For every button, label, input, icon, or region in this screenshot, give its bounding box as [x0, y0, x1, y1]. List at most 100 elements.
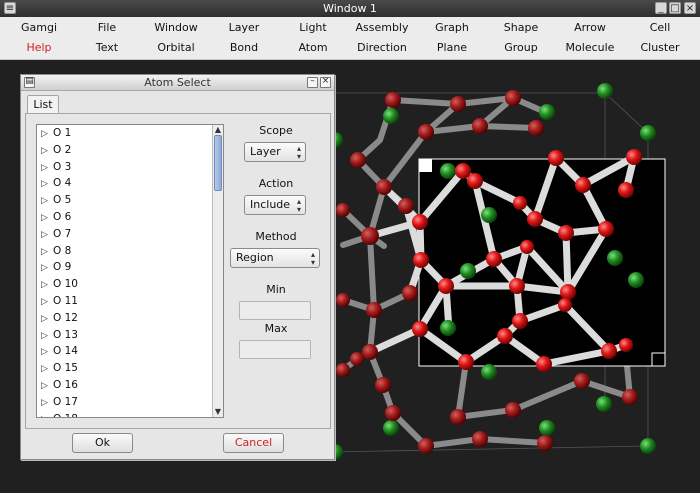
- method-combo[interactable]: Region ▴ ▾: [230, 248, 320, 268]
- atom-name: O 8: [53, 244, 72, 257]
- list-item[interactable]: ▷ O 12: [37, 310, 223, 327]
- atom-name: O 6: [53, 210, 72, 223]
- atom-name: O 14: [53, 345, 78, 358]
- maximize-icon[interactable]: □: [669, 2, 681, 14]
- menu-group[interactable]: Group: [485, 38, 557, 58]
- list-item[interactable]: ▷ O 2: [37, 142, 223, 159]
- atom-name: O 3: [53, 160, 72, 173]
- atom-name: O 13: [53, 328, 78, 341]
- menu-help[interactable]: Help: [3, 38, 75, 58]
- list-tab-panel: ▷ O 1 ▷ O 2 ▷ O 3 ▷ O 4 ▷ O 5 ▷ O 6 ▷ O 7 ▷ O 8 ▷ O 9 ▷ O 1…: [25, 113, 331, 429]
- menu-text[interactable]: Text: [71, 38, 143, 58]
- action-combo[interactable]: Include ▴ ▾: [244, 195, 306, 215]
- list-item[interactable]: ▷ O 3: [37, 159, 223, 176]
- menu-cluster[interactable]: Cluster: [624, 38, 696, 58]
- min-field[interactable]: [239, 301, 311, 320]
- list-item[interactable]: ▷O 18: [37, 411, 223, 417]
- triangle-right-icon[interactable]: ▷: [41, 378, 53, 395]
- atom-list-scrollbar[interactable]: ▲ ▼: [212, 125, 223, 417]
- list-item[interactable]: ▷ O 16: [37, 377, 223, 394]
- list-item[interactable]: ▷ O 15: [37, 360, 223, 377]
- scope-combo[interactable]: Layer ▴ ▾: [244, 142, 306, 162]
- triangle-right-icon[interactable]: ▷: [41, 126, 53, 143]
- menu-direction[interactable]: Direction: [346, 38, 418, 58]
- atom-name: O 4: [53, 177, 72, 190]
- scope-label: Scope: [259, 124, 293, 137]
- list-item[interactable]: ▷ O 11: [37, 293, 223, 310]
- triangle-right-icon[interactable]: ▷: [41, 193, 53, 210]
- menu-file[interactable]: File: [71, 18, 143, 38]
- menu-cell[interactable]: Cell: [624, 18, 696, 38]
- menu-shape[interactable]: Shape: [485, 18, 557, 38]
- triangle-right-icon[interactable]: ▷: [41, 277, 53, 294]
- triangle-right-icon[interactable]: ▷: [41, 227, 53, 244]
- menu-gamgi[interactable]: Gamgi: [3, 18, 75, 38]
- triangle-right-icon[interactable]: ▷: [41, 210, 53, 227]
- atom-name: O 2: [53, 143, 72, 156]
- list-item[interactable]: ▷ O 1: [37, 125, 223, 142]
- atom-list[interactable]: ▷ O 1 ▷ O 2 ▷ O 3 ▷ O 4 ▷ O 5 ▷ O 6 ▷ O 7 ▷ O 8 ▷ O 9 ▷ O 1…: [36, 124, 224, 418]
- menu-window[interactable]: Window: [140, 18, 212, 38]
- min-label: Min: [266, 283, 286, 296]
- triangle-right-icon[interactable]: ▷: [41, 143, 53, 160]
- tab-list[interactable]: List: [27, 95, 59, 114]
- method-value: Region: [236, 251, 274, 264]
- list-item[interactable]: ▷ O 17: [37, 394, 223, 411]
- list-item[interactable]: ▷ O 10: [37, 276, 223, 293]
- main-window-titlebar[interactable]: ≡ Window 1 _ □ ×: [0, 0, 700, 17]
- ok-button[interactable]: Ok: [72, 433, 133, 453]
- action-value: Include: [250, 198, 291, 211]
- method-label: Method: [255, 230, 297, 243]
- list-item[interactable]: ▷ O 5: [37, 192, 223, 209]
- menu-atom[interactable]: Atom: [277, 38, 349, 58]
- dialog-titlebar[interactable]: ▤ Atom Select – ×: [21, 75, 334, 91]
- triangle-right-icon[interactable]: ▷: [41, 412, 53, 417]
- menu-orbital[interactable]: Orbital: [140, 38, 212, 58]
- max-label: Max: [264, 322, 288, 335]
- list-item[interactable]: ▷ O 6: [37, 209, 223, 226]
- menu-light[interactable]: Light: [277, 18, 349, 38]
- window-title: Window 1: [323, 2, 377, 15]
- triangle-right-icon[interactable]: ▷: [41, 344, 53, 361]
- triangle-right-icon[interactable]: ▷: [41, 176, 53, 193]
- dialog-menu-icon[interactable]: ▤: [24, 76, 35, 88]
- atom-name: O 16: [53, 378, 78, 391]
- scroll-up-icon[interactable]: ▲: [213, 125, 223, 135]
- region-corner-handle-top-left: [419, 159, 432, 172]
- list-item[interactable]: ▷ O 7: [37, 226, 223, 243]
- triangle-right-icon[interactable]: ▷: [41, 395, 53, 412]
- menu-layer[interactable]: Layer: [208, 18, 280, 38]
- triangle-right-icon[interactable]: ▷: [41, 311, 53, 328]
- max-field[interactable]: [239, 340, 311, 359]
- scroll-down-icon[interactable]: ▼: [213, 407, 223, 417]
- triangle-right-icon[interactable]: ▷: [41, 160, 53, 177]
- triangle-right-icon[interactable]: ▷: [41, 328, 53, 345]
- menu-arrow[interactable]: Arrow: [554, 18, 626, 38]
- scroll-thumb[interactable]: [214, 135, 222, 191]
- minimize-icon[interactable]: _: [655, 2, 667, 14]
- menu-bond[interactable]: Bond: [208, 38, 280, 58]
- triangle-right-icon[interactable]: ▷: [41, 294, 53, 311]
- list-item[interactable]: ▷ O 13: [37, 327, 223, 344]
- list-item[interactable]: ▷ O 9: [37, 259, 223, 276]
- atom-name: O 15: [53, 362, 78, 375]
- triangle-right-icon[interactable]: ▷: [41, 244, 53, 261]
- menu-plane[interactable]: Plane: [416, 38, 488, 58]
- window-menu-icon[interactable]: ≡: [4, 2, 16, 14]
- dialog-minimize-icon[interactable]: –: [307, 76, 318, 88]
- list-item[interactable]: ▷ O 14: [37, 343, 223, 360]
- cancel-button[interactable]: Cancel: [223, 433, 284, 453]
- atom-name: O 11: [53, 294, 78, 307]
- menu-assembly[interactable]: Assembly: [346, 18, 418, 38]
- triangle-right-icon[interactable]: ▷: [41, 260, 53, 277]
- menu-graph[interactable]: Graph: [416, 18, 488, 38]
- menu-molecule[interactable]: Molecule: [554, 38, 626, 58]
- dialog-close-icon[interactable]: ×: [320, 76, 331, 88]
- close-icon[interactable]: ×: [684, 2, 696, 14]
- list-item[interactable]: ▷ O 8: [37, 243, 223, 260]
- list-item[interactable]: ▷ O 4: [37, 175, 223, 192]
- triangle-right-icon[interactable]: ▷: [41, 361, 53, 378]
- atom-name: O 1: [53, 127, 72, 139]
- updown-arrows-icon: ▴ ▾: [296, 197, 301, 214]
- action-label: Action: [258, 177, 294, 190]
